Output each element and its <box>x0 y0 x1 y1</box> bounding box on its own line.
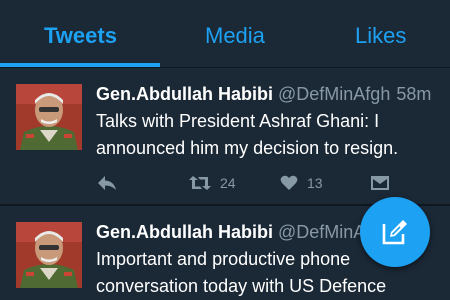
reply-icon <box>98 176 116 190</box>
author-handle[interactable]: @DefMinAfgh <box>278 84 390 104</box>
heart-icon <box>280 175 298 190</box>
tab-likes[interactable]: Likes <box>355 22 406 50</box>
retweet-count: 24 <box>220 175 236 191</box>
avatar[interactable] <box>16 84 82 150</box>
tab-tweets[interactable]: Tweets <box>44 22 117 50</box>
like-button[interactable]: 13 <box>280 172 323 194</box>
retweet-icon <box>189 176 211 190</box>
tab-media[interactable]: Media <box>205 22 265 50</box>
author-name[interactable]: Gen.Abdullah Habibi <box>96 84 273 104</box>
tweet-actions: 24 13 <box>96 172 396 196</box>
profile-tabs: Tweets Media Likes <box>0 0 450 68</box>
compose-tweet-button[interactable] <box>360 197 430 267</box>
retweet-button[interactable]: 24 <box>188 172 236 194</box>
envelope-icon <box>371 176 389 190</box>
author-name[interactable]: Gen.Abdullah Habibi <box>96 222 273 242</box>
compose-icon <box>382 220 407 245</box>
tweet-text: Talks with President Ashraf Ghani: I ann… <box>96 111 399 158</box>
tweet-header: Gen.Abdullah Habibi @DefMinAfgh <box>96 220 390 244</box>
tweet-timestamp: 58m <box>396 84 432 104</box>
tweet[interactable]: Gen.Abdullah Habibi @DefMinAfgh 58m Talks … <box>0 68 450 206</box>
tweet-header: Gen.Abdullah Habibi @DefMinAfgh 58m <box>96 82 431 106</box>
like-count: 13 <box>307 175 323 191</box>
reply-button[interactable] <box>96 172 118 194</box>
direct-message-button[interactable] <box>370 172 390 194</box>
avatar[interactable] <box>16 222 82 288</box>
